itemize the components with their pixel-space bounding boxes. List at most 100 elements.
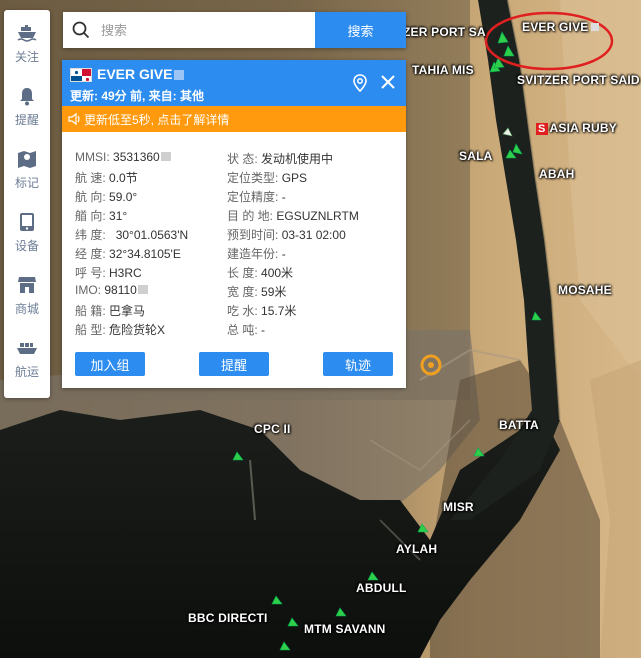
field-callsign: 呼 号: H3RC bbox=[75, 264, 142, 283]
ship-label-cpc[interactable]: CPC II bbox=[254, 422, 291, 436]
remind-button[interactable]: 提醒 bbox=[199, 352, 269, 376]
panama-flag-icon bbox=[70, 68, 92, 82]
field-label: 经 度: bbox=[75, 247, 106, 261]
field-status: 状 态: 发动机使用中 bbox=[227, 150, 333, 169]
ship-marker bbox=[367, 571, 379, 581]
ship-icon bbox=[17, 25, 37, 42]
ship-label-port-sa[interactable]: ZER PORT SA bbox=[403, 25, 486, 39]
field-label: 船 籍: bbox=[75, 304, 106, 318]
field-value: 32°34.8105'E bbox=[109, 247, 181, 261]
notice-text: 更新低至5秒, 点击了解详情 bbox=[84, 112, 230, 127]
field-label: 呼 号: bbox=[75, 266, 106, 280]
field-label: 艏 向: bbox=[75, 209, 106, 223]
ship-label-bbc[interactable]: BBC DIRECTI bbox=[188, 611, 268, 625]
ship-label-text: ASIA RUBY bbox=[549, 121, 617, 135]
field-build-year: 建造年份: - bbox=[227, 245, 286, 264]
field-label: 吃 水: bbox=[227, 304, 258, 318]
field-label: 建造年份: bbox=[227, 247, 279, 261]
device-icon bbox=[20, 213, 34, 231]
ship-label-batta[interactable]: BATTA bbox=[499, 418, 539, 432]
left-toolbar: 关注 提醒 标记 设备 商城 航运 bbox=[4, 10, 50, 398]
ship-marker bbox=[531, 311, 542, 321]
field-label: 宽 度: bbox=[227, 285, 258, 299]
toolbar-item-remind[interactable]: 提醒 bbox=[4, 75, 50, 133]
bell-icon bbox=[20, 88, 34, 106]
search-bar: 搜索 bbox=[63, 12, 406, 48]
field-value: H3RC bbox=[109, 266, 142, 280]
field-label: 目 的 地: bbox=[227, 209, 274, 223]
ship-label-ever-give[interactable]: EVER GIVE bbox=[522, 20, 599, 34]
field-value: 3531360 bbox=[113, 150, 160, 164]
toolbar-item-label: 标记 bbox=[14, 176, 39, 190]
field-value: - bbox=[261, 323, 266, 337]
field-label: 预到时间: bbox=[227, 228, 279, 242]
field-flag: 船 籍: 巴拿马 bbox=[75, 302, 145, 321]
field-label: 长 度: bbox=[227, 266, 258, 280]
field-label: IMO: bbox=[75, 283, 101, 297]
ship-label-abdull[interactable]: ABDULL bbox=[356, 581, 407, 595]
ship-label-tahia[interactable]: TAHIA MIS bbox=[412, 63, 474, 77]
ship-badge: S bbox=[536, 123, 548, 135]
field-label: 纬 度: bbox=[75, 228, 106, 242]
track-button[interactable]: 轨迹 bbox=[323, 352, 393, 376]
ship-marker bbox=[502, 127, 513, 137]
ship-marker bbox=[287, 617, 299, 627]
field-eta: 预到时间: 03-31 02:00 bbox=[227, 226, 346, 245]
field-value: 30°01.0563'N bbox=[115, 228, 189, 242]
store-icon bbox=[18, 277, 36, 293]
field-position-type: 定位类型: GPS bbox=[227, 169, 307, 188]
field-value: EGSUZNLRTM bbox=[276, 209, 359, 223]
field-value: 03-31 02:00 bbox=[281, 228, 346, 242]
toolbar-item-label: 航运 bbox=[14, 365, 39, 379]
field-mmsi: MMSI: 3531360 bbox=[75, 150, 171, 169]
ship-label-asia-ruby[interactable]: S ASIA RUBY bbox=[536, 121, 617, 135]
field-value: 98110 bbox=[104, 283, 137, 297]
field-value: 巴拿马 bbox=[109, 304, 146, 318]
field-value: 15.7米 bbox=[261, 304, 297, 318]
field-ship-type: 船 型: 危险货轮X bbox=[75, 321, 165, 340]
ship-label-abah[interactable]: ABAH bbox=[539, 167, 574, 181]
upgrade-notice[interactable]: 更新低至5秒, 点击了解详情 bbox=[62, 106, 406, 132]
toolbar-item-label: 提醒 bbox=[14, 113, 39, 127]
field-value: 发动机使用中 bbox=[261, 152, 334, 166]
field-label: 船 型: bbox=[75, 323, 106, 337]
update-info: 更新: 49分 前, 来自: 其他 bbox=[70, 89, 205, 103]
ship-info-panel: EVER GIVE 更新: 49分 前, 来自: 其他 更新低至5秒, 点击了解… bbox=[62, 60, 406, 388]
toolbar-item-device[interactable]: 设备 bbox=[4, 201, 50, 259]
add-group-button[interactable]: 加入组 bbox=[75, 352, 145, 376]
ship-label-mosahe[interactable]: MOSAHE bbox=[558, 283, 612, 297]
toolbar-item-store[interactable]: 商城 bbox=[4, 264, 50, 322]
speaker-icon bbox=[68, 112, 80, 126]
toolbar-item-label: 商城 bbox=[14, 302, 39, 316]
field-accuracy: 定位精度: - bbox=[227, 188, 286, 207]
ship-label-aylah[interactable]: AYLAH bbox=[396, 542, 437, 556]
cargo-ship-icon bbox=[17, 343, 37, 354]
toolbar-item-label: 关注 bbox=[14, 50, 39, 64]
ship-label-salam[interactable]: SALA bbox=[459, 149, 492, 163]
ship-label-svitzer[interactable]: SVITZER PORT SAID bbox=[517, 73, 640, 87]
toolbar-item-mark[interactable]: 标记 bbox=[4, 138, 50, 196]
ship-label-mtm[interactable]: MTM SAVANN bbox=[304, 622, 386, 636]
field-label: 定位精度: bbox=[227, 190, 279, 204]
field-heading: 艏 向: 31° bbox=[75, 207, 127, 226]
field-gross-tonnage: 总 吨: - bbox=[227, 321, 265, 340]
ship-marker bbox=[503, 45, 515, 57]
field-label: 航 速: bbox=[75, 171, 106, 185]
field-latitude: 纬 度: 30°01.0563'N bbox=[75, 226, 188, 245]
locate-icon[interactable] bbox=[352, 74, 368, 92]
ship-label-misr[interactable]: MISR bbox=[443, 500, 474, 514]
field-speed: 航 速: 0.0节 bbox=[75, 169, 138, 188]
search-button[interactable]: 搜索 bbox=[315, 12, 406, 48]
field-value: 0.0节 bbox=[109, 171, 138, 185]
toolbar-item-label: 设备 bbox=[14, 239, 39, 253]
field-label: 定位类型: bbox=[227, 171, 279, 185]
close-icon[interactable] bbox=[380, 74, 396, 90]
field-value: 59.0° bbox=[109, 190, 138, 204]
search-input[interactable] bbox=[99, 12, 315, 48]
field-longitude: 经 度: 32°34.8105'E bbox=[75, 245, 181, 264]
field-value: 31° bbox=[109, 209, 128, 223]
ship-marker bbox=[473, 447, 485, 457]
toolbar-item-shipping[interactable]: 航运 bbox=[4, 327, 50, 385]
toolbar-item-follow[interactable]: 关注 bbox=[4, 12, 50, 70]
field-value: - bbox=[281, 190, 286, 204]
